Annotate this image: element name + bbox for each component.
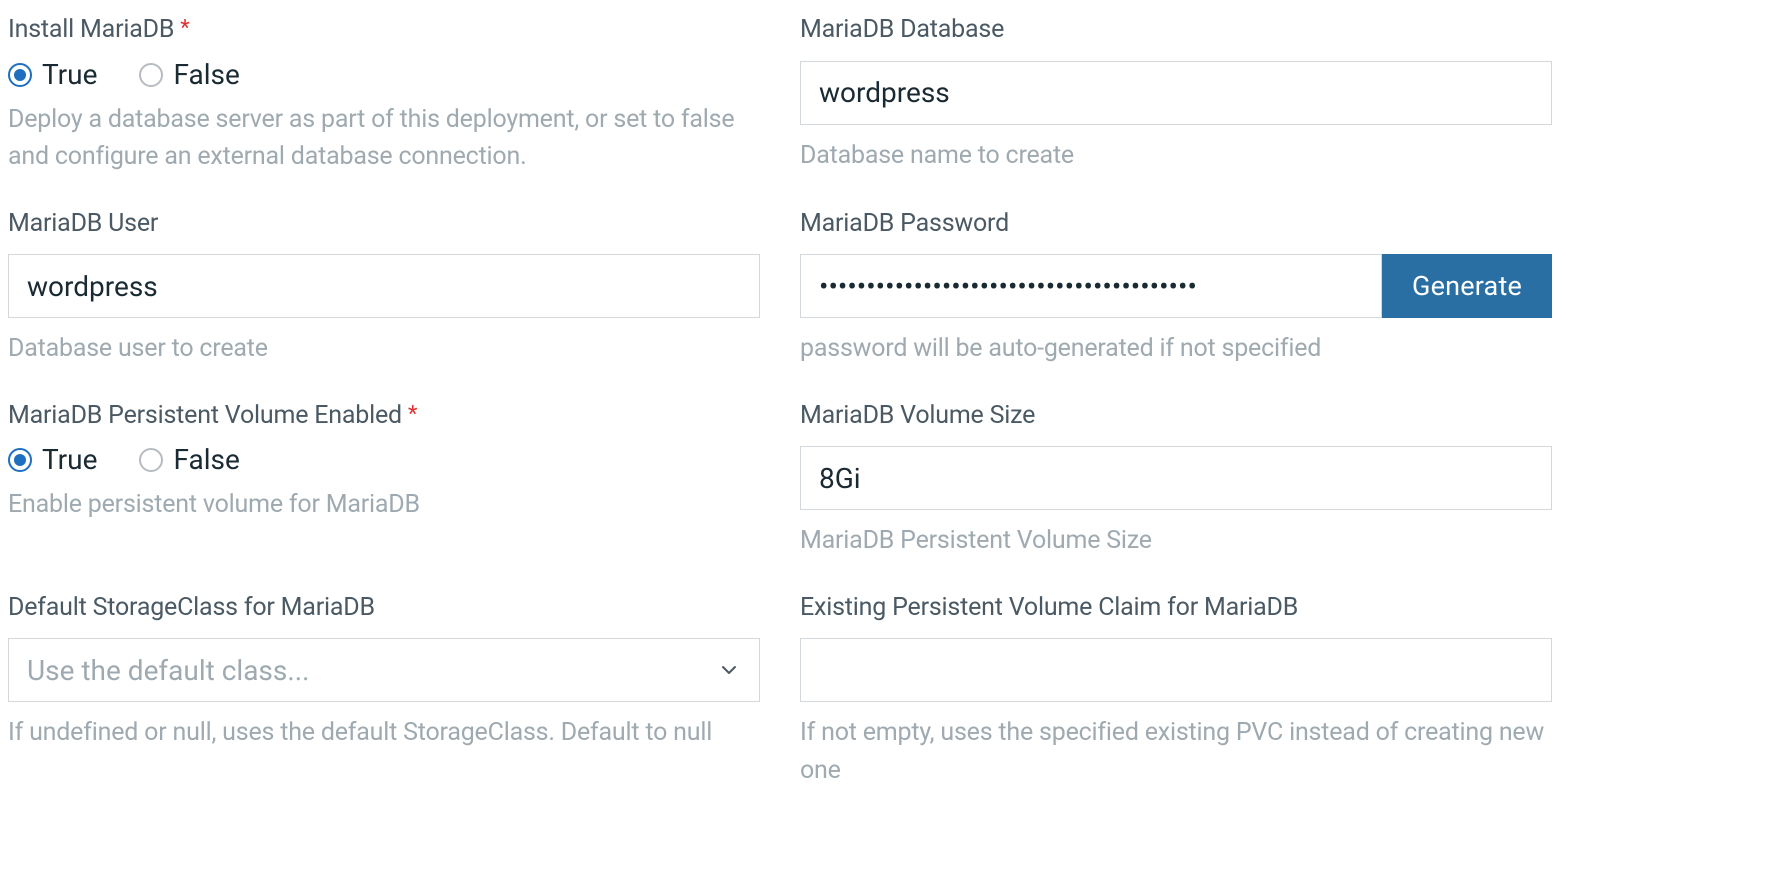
- label-mariadb-password: MariaDB Password: [800, 208, 1552, 241]
- field-existing-pvc: Existing Persistent Volume Claim for Mar…: [800, 592, 1552, 790]
- input-mariadb-user[interactable]: [8, 254, 760, 318]
- radio-label-false: False: [173, 61, 239, 89]
- radio-label-true: True: [42, 61, 97, 89]
- help-default-storageclass: If undefined or null, uses the default S…: [8, 714, 760, 752]
- radio-icon: [139, 448, 163, 472]
- field-mariadb-database: MariaDB Database Database name to create: [800, 14, 1552, 176]
- radio-install-mariadb-true[interactable]: True: [8, 61, 97, 89]
- radio-icon: [8, 448, 32, 472]
- label-existing-pvc: Existing Persistent Volume Claim for Mar…: [800, 592, 1552, 625]
- radio-label-false: False: [173, 446, 239, 474]
- label-mariadb-volume-size: MariaDB Volume Size: [800, 400, 1552, 433]
- radio-pv-enabled-true[interactable]: True: [8, 446, 97, 474]
- radio-group-install-mariadb: True False: [8, 61, 760, 89]
- radio-pv-enabled-false[interactable]: False: [139, 446, 239, 474]
- label-install-mariadb: Install MariaDB*: [8, 14, 760, 47]
- chevron-down-icon: [717, 658, 741, 682]
- help-mariadb-pv-enabled: Enable persistent volume for MariaDB: [8, 486, 760, 524]
- required-asterisk: *: [180, 16, 189, 41]
- field-mariadb-password: MariaDB Password Generate password will …: [800, 208, 1552, 368]
- field-mariadb-user: MariaDB User Database user to create: [8, 208, 760, 368]
- radio-group-mariadb-pv-enabled: True False: [8, 446, 760, 474]
- help-install-mariadb: Deploy a database server as part of this…: [8, 101, 760, 176]
- help-mariadb-volume-size: MariaDB Persistent Volume Size: [800, 522, 1552, 560]
- field-default-storageclass: Default StorageClass for MariaDB Use the…: [8, 592, 760, 790]
- input-mariadb-volume-size[interactable]: [800, 446, 1552, 510]
- help-mariadb-password: password will be auto-generated if not s…: [800, 330, 1552, 368]
- input-mariadb-database[interactable]: [800, 61, 1552, 125]
- field-mariadb-volume-size: MariaDB Volume Size MariaDB Persistent V…: [800, 400, 1552, 560]
- required-asterisk: *: [408, 402, 417, 427]
- field-mariadb-pv-enabled: MariaDB Persistent Volume Enabled* True …: [8, 400, 760, 560]
- radio-icon: [139, 63, 163, 87]
- help-existing-pvc: If not empty, uses the specified existin…: [800, 714, 1552, 789]
- generate-button[interactable]: Generate: [1382, 254, 1552, 318]
- help-mariadb-database: Database name to create: [800, 137, 1552, 175]
- label-mariadb-database: MariaDB Database: [800, 14, 1552, 47]
- field-install-mariadb: Install MariaDB* True False Deploy a dat…: [8, 14, 760, 176]
- label-mariadb-pv-enabled: MariaDB Persistent Volume Enabled*: [8, 400, 760, 433]
- radio-label-true: True: [42, 446, 97, 474]
- select-placeholder: Use the default class...: [27, 654, 309, 687]
- label-default-storageclass: Default StorageClass for MariaDB: [8, 592, 760, 625]
- label-mariadb-user: MariaDB User: [8, 208, 760, 241]
- help-mariadb-user: Database user to create: [8, 330, 760, 368]
- label-text: Install MariaDB: [8, 15, 174, 44]
- select-default-storageclass[interactable]: Use the default class...: [8, 638, 760, 702]
- radio-icon: [8, 63, 32, 87]
- label-text: MariaDB Persistent Volume Enabled: [8, 401, 402, 430]
- radio-install-mariadb-false[interactable]: False: [139, 61, 239, 89]
- input-mariadb-password[interactable]: [800, 254, 1382, 318]
- input-existing-pvc[interactable]: [800, 638, 1552, 702]
